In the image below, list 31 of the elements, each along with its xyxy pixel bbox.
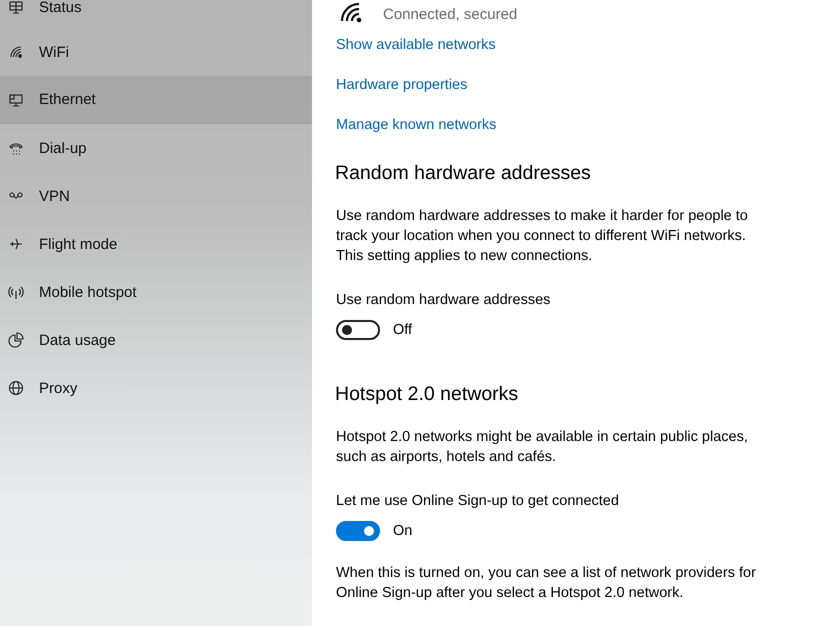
section-heading: Random hardware addresses [335, 161, 592, 186]
description-text: Hotspot 2.0 networks might be available in certain public places, such as airports, hotels and cafés. [336, 428, 749, 467]
toggle-state: On [393, 522, 412, 541]
setting-label: Let me use Online Sign-up to get connected [336, 492, 620, 511]
link[interactable]: Show available networks [336, 37, 496, 53]
monitor-icon [8, 92, 24, 108]
section-heading: Hotspot 2.0 networks [335, 382, 520, 407]
link[interactable]: Hardware properties [336, 77, 468, 93]
nav-item[interactable]: Dial-up [0, 124, 312, 172]
toggle-state: Off [393, 321, 412, 340]
connection-status: Connected, secured [383, 5, 518, 25]
note-text: When this is turned on, you can see a list of network providers for Online Sign-up after you select a Hotspot 2.0 network. [336, 564, 757, 603]
airplane-icon [8, 236, 24, 252]
nav-item[interactable]: Data usage [0, 316, 312, 364]
setting-label: Use random hardware addresses [336, 291, 552, 310]
antenna-icon [8, 284, 24, 300]
toggle-switch[interactable] [336, 521, 380, 541]
toggle-switch[interactable] [336, 320, 380, 340]
pie-chart-icon [8, 332, 24, 348]
nav-item[interactable]: Ethernet [0, 76, 312, 124]
monitor-icon [8, 0, 24, 15]
nav-item[interactable]: Proxy [0, 364, 312, 412]
globe-icon [8, 380, 24, 396]
nav-item[interactable]: WiFi [0, 28, 312, 76]
description-text: Use random hardware addresses to make it harder for people to track your location when you connect to different WiFi networks. This setting applies to new connections. [336, 207, 749, 266]
link[interactable]: Manage known networks [336, 117, 496, 133]
wifi-icon [8, 44, 24, 60]
nav-item[interactable]: Status [0, 0, 312, 28]
nav-item[interactable]: Flight mode [0, 220, 312, 268]
nav-item[interactable]: VPN [0, 172, 312, 220]
nav-item[interactable]: Mobile hotspot [0, 268, 312, 316]
